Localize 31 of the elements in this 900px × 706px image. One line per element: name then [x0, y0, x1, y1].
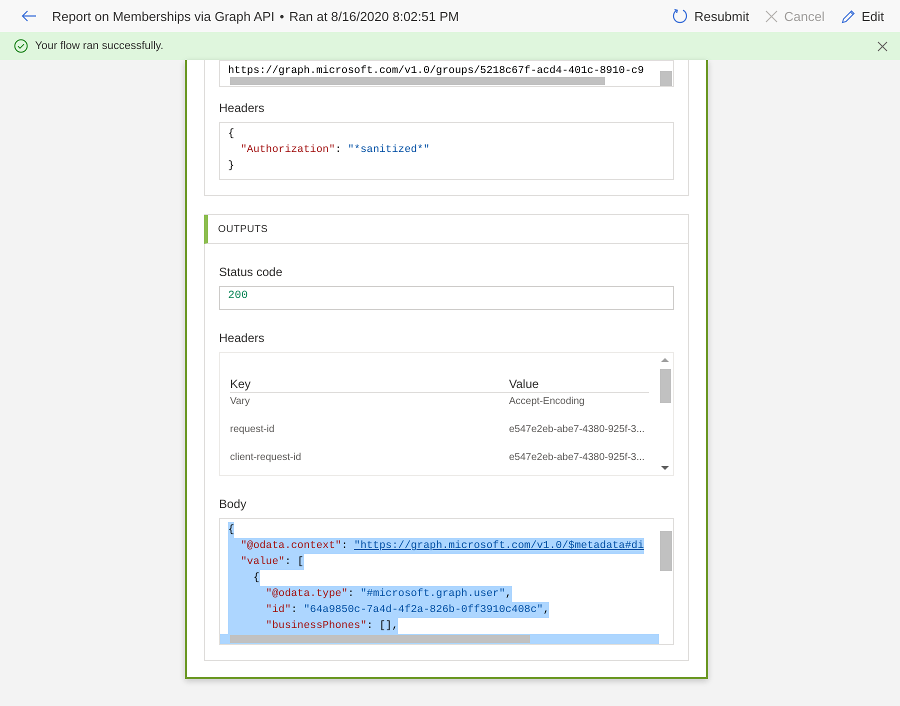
success-message: Your flow ran successfully.: [35, 40, 164, 52]
code-line: }: [228, 159, 234, 174]
table-cell-text: client-request-id: [230, 451, 302, 465]
field-label: Headers: [219, 101, 266, 115]
table-cell-text: Vary: [230, 395, 251, 409]
flow-title: Report on Memberships via Graph API: [52, 8, 275, 24]
horizontal-scrollbar[interactable]: [220, 634, 659, 644]
back-arrow-icon[interactable]: [21, 10, 37, 22]
code-line: {: [228, 127, 234, 142]
resubmit-button[interactable]: Resubmit: [670, 6, 752, 26]
field-label: Status code: [219, 265, 284, 279]
pencil-icon: [840, 8, 856, 24]
table-cell-text: Accept-Encoding: [509, 395, 586, 409]
refresh-icon: [672, 8, 688, 24]
bullet-separator: •: [280, 8, 284, 24]
close-button[interactable]: [875, 38, 890, 54]
code-line: "Authorization": "*sanitized*": [240, 143, 430, 158]
field-label: Body: [219, 497, 248, 511]
check-circle-icon: [14, 39, 28, 53]
code-line: https://graph.microsoft.com/v1.0/groups/5218c67f-acd4-401c-8910-c9: [228, 64, 644, 79]
table-cell-text: e547e2eb-abe7-4380-925f-3...: [509, 451, 646, 465]
table-cell-text: request-id: [230, 423, 276, 437]
run-timestamp: Ran at 8/16/2020 8:02:51 PM: [289, 8, 459, 24]
section-header: OUTPUTS: [204, 215, 688, 244]
status-code-field: 200: [219, 286, 674, 310]
close-icon: [765, 10, 778, 22]
column-header: Value: [509, 377, 649, 393]
edit-button[interactable]: Edit: [838, 6, 886, 26]
column-header: Key: [230, 377, 509, 393]
field-label: Headers: [219, 331, 266, 345]
table-cell-text: e547e2eb-abe7-4380-925f-3...: [509, 423, 646, 437]
